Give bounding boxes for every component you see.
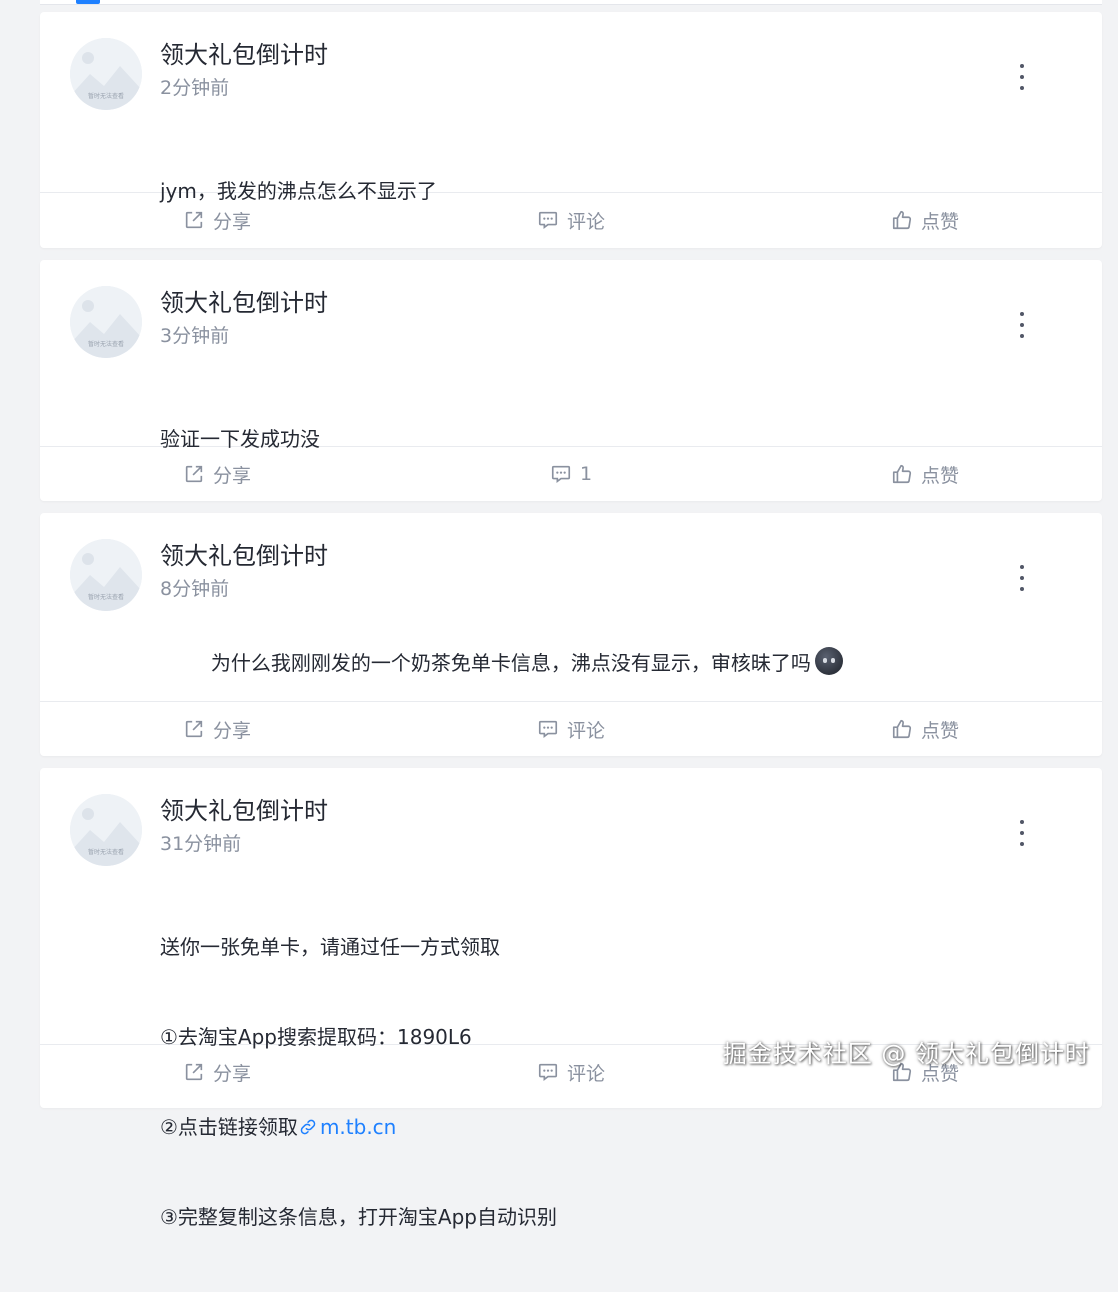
post-content: jym，我发的沸点怎么不显示了 bbox=[160, 116, 1022, 266]
tab-strip bbox=[40, 0, 1102, 5]
feed-item: 暂时无法查看 领大礼包倒计时 2分钟前 jym，我发的沸点怎么不显示了 分享 评… bbox=[40, 12, 1102, 248]
post-time: 2分钟前 bbox=[160, 74, 1022, 102]
post-content: 送你一张免单卡，请通过任一方式领取 ①去淘宝App搜索提取码：1890L6 ②点… bbox=[160, 872, 1022, 1292]
content-line: 为什么我刚刚发的一个奶茶免单卡信息，沸点没有显示，审核昧了吗 bbox=[211, 651, 811, 675]
avatar-placeholder-text: 暂时无法查看 bbox=[88, 848, 124, 856]
image-unavailable-placeholder-icon: 暂时无法查看 bbox=[70, 38, 142, 110]
comment-icon bbox=[537, 718, 559, 740]
active-tab-indicator bbox=[76, 0, 100, 4]
image-unavailable-placeholder-icon: 暂时无法查看 bbox=[70, 286, 142, 358]
action-bar: 分享 评论 点赞 bbox=[40, 701, 1102, 756]
author-name[interactable]: 领大礼包倒计时 bbox=[160, 539, 1022, 573]
thumbs-up-icon bbox=[891, 718, 913, 740]
link-text: m.tb.cn bbox=[320, 1115, 396, 1139]
content-line: ②点击链接领取 bbox=[160, 1115, 298, 1139]
watermark: 掘金技术社区 @ 领大礼包倒计时 bbox=[723, 1034, 1090, 1069]
author-name[interactable]: 领大礼包倒计时 bbox=[160, 38, 1022, 72]
link-icon bbox=[298, 1117, 318, 1137]
author-name[interactable]: 领大礼包倒计时 bbox=[160, 794, 1022, 828]
post-time: 3分钟前 bbox=[160, 322, 1022, 350]
more-options-icon[interactable] bbox=[1012, 312, 1032, 338]
pin-feed: 暂时无法查看 领大礼包倒计时 2分钟前 jym，我发的沸点怎么不显示了 分享 评… bbox=[40, 12, 1102, 1120]
emoji-icon bbox=[815, 647, 843, 675]
post-time: 31分钟前 bbox=[160, 830, 1022, 858]
avatar[interactable]: 暂时无法查看 bbox=[70, 539, 142, 611]
content-line: 送你一张免单卡，请通过任一方式领取 bbox=[160, 932, 1022, 962]
share-label: 分享 bbox=[213, 716, 251, 743]
avatar[interactable]: 暂时无法查看 bbox=[70, 38, 142, 110]
more-options-icon[interactable] bbox=[1012, 565, 1032, 591]
comment-button[interactable]: 评论 bbox=[394, 716, 748, 743]
author-name[interactable]: 领大礼包倒计时 bbox=[160, 286, 1022, 320]
comment-label: 评论 bbox=[567, 716, 605, 743]
avatar[interactable]: 暂时无法查看 bbox=[70, 286, 142, 358]
content-line-with-link: ②点击链接领取 m.tb.cn bbox=[160, 1112, 1022, 1142]
avatar[interactable]: 暂时无法查看 bbox=[70, 794, 142, 866]
avatar-placeholder-text: 暂时无法查看 bbox=[88, 593, 124, 601]
post-time: 8分钟前 bbox=[160, 575, 1022, 603]
more-options-icon[interactable] bbox=[1012, 64, 1032, 90]
like-button[interactable]: 点赞 bbox=[748, 716, 1102, 743]
content-line: ③完整复制这条信息，打开淘宝App自动识别 bbox=[160, 1202, 1022, 1232]
feed-item: 暂时无法查看 领大礼包倒计时 8分钟前 为什么我刚刚发的一个奶茶免单卡信息，沸点… bbox=[40, 513, 1102, 756]
image-unavailable-placeholder-icon: 暂时无法查看 bbox=[70, 794, 142, 866]
post-content: 为什么我刚刚发的一个奶茶免单卡信息，沸点没有显示，审核昧了吗 bbox=[160, 617, 1022, 708]
image-unavailable-placeholder-icon: 暂时无法查看 bbox=[70, 539, 142, 611]
avatar-placeholder-text: 暂时无法查看 bbox=[88, 92, 124, 100]
avatar-placeholder-text: 暂时无法查看 bbox=[88, 340, 124, 348]
share-button[interactable]: 分享 bbox=[40, 716, 394, 743]
content-line: 验证一下发成功没 bbox=[160, 424, 1022, 454]
share-icon bbox=[183, 718, 205, 740]
external-link[interactable]: m.tb.cn bbox=[298, 1115, 396, 1139]
more-options-icon[interactable] bbox=[1012, 820, 1032, 846]
content-line: jym，我发的沸点怎么不显示了 bbox=[160, 176, 1022, 206]
like-label: 点赞 bbox=[921, 716, 959, 743]
post-content: 验证一下发成功没 bbox=[160, 364, 1022, 514]
feed-item: 暂时无法查看 领大礼包倒计时 3分钟前 验证一下发成功没 分享 1 点赞 bbox=[40, 260, 1102, 501]
